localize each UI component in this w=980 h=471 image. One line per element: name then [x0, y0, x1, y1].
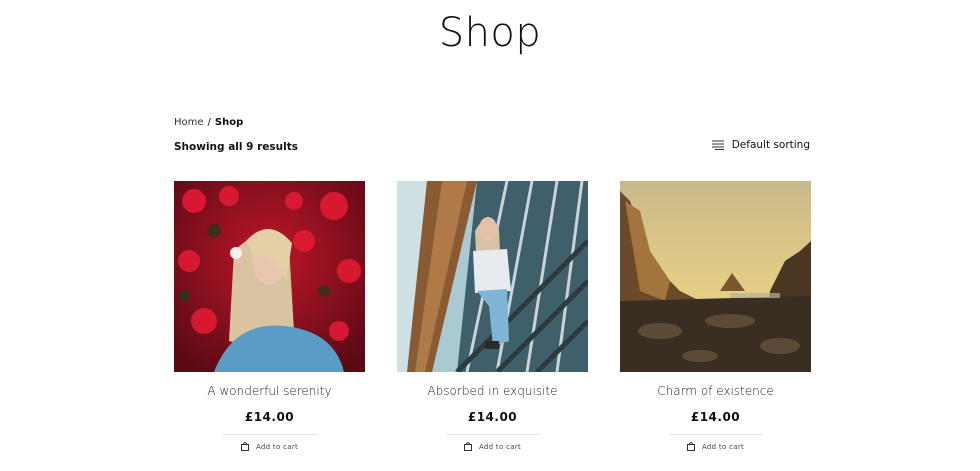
add-to-cart-label: Add to cart — [255, 442, 299, 451]
add-to-cart-label: Add to cart — [478, 442, 522, 451]
product-card: A wonderful serenity £14.00 Add to cart — [174, 181, 365, 455]
product-card: Charm of existence £14.00 Add to cart — [620, 181, 811, 455]
results-count: Showing all 9 results — [174, 141, 298, 153]
shopping-bag-icon — [463, 442, 472, 451]
add-to-cart-button[interactable]: Add to cart — [240, 442, 299, 451]
product-price: £14.00 — [244, 410, 295, 424]
product-image[interactable] — [397, 181, 588, 372]
product-price: £14.00 — [690, 410, 741, 424]
sort-label: Default sorting — [731, 139, 810, 151]
breadcrumb: Home / Shop — [174, 117, 243, 128]
product-title[interactable]: A wonderful serenity — [174, 384, 365, 398]
sort-dropdown[interactable]: Default sorting — [711, 139, 810, 151]
product-image[interactable] — [620, 181, 811, 372]
product-grid: A wonderful serenity £14.00 Add to cart — [174, 181, 811, 455]
breadcrumb-home-link[interactable]: Home — [174, 117, 204, 128]
breadcrumb-separator: / — [207, 117, 211, 128]
product-title[interactable]: Charm of existence — [620, 384, 811, 398]
divider — [668, 434, 763, 435]
divider — [445, 434, 540, 435]
product-card: Absorbed in exquisite £14.00 Add to cart — [397, 181, 588, 455]
product-price: £14.00 — [467, 410, 518, 424]
page-title: Shop — [438, 10, 542, 56]
product-title[interactable]: Absorbed in exquisite — [397, 384, 588, 398]
add-to-cart-label: Add to cart — [701, 442, 745, 451]
divider — [222, 434, 317, 435]
add-to-cart-button[interactable]: Add to cart — [463, 442, 522, 451]
shopping-bag-icon — [240, 442, 249, 451]
shopping-bag-icon — [686, 442, 695, 451]
add-to-cart-button[interactable]: Add to cart — [686, 442, 745, 451]
sort-lines-icon — [711, 140, 724, 150]
product-image[interactable] — [174, 181, 365, 372]
breadcrumb-current: Shop — [214, 117, 244, 128]
